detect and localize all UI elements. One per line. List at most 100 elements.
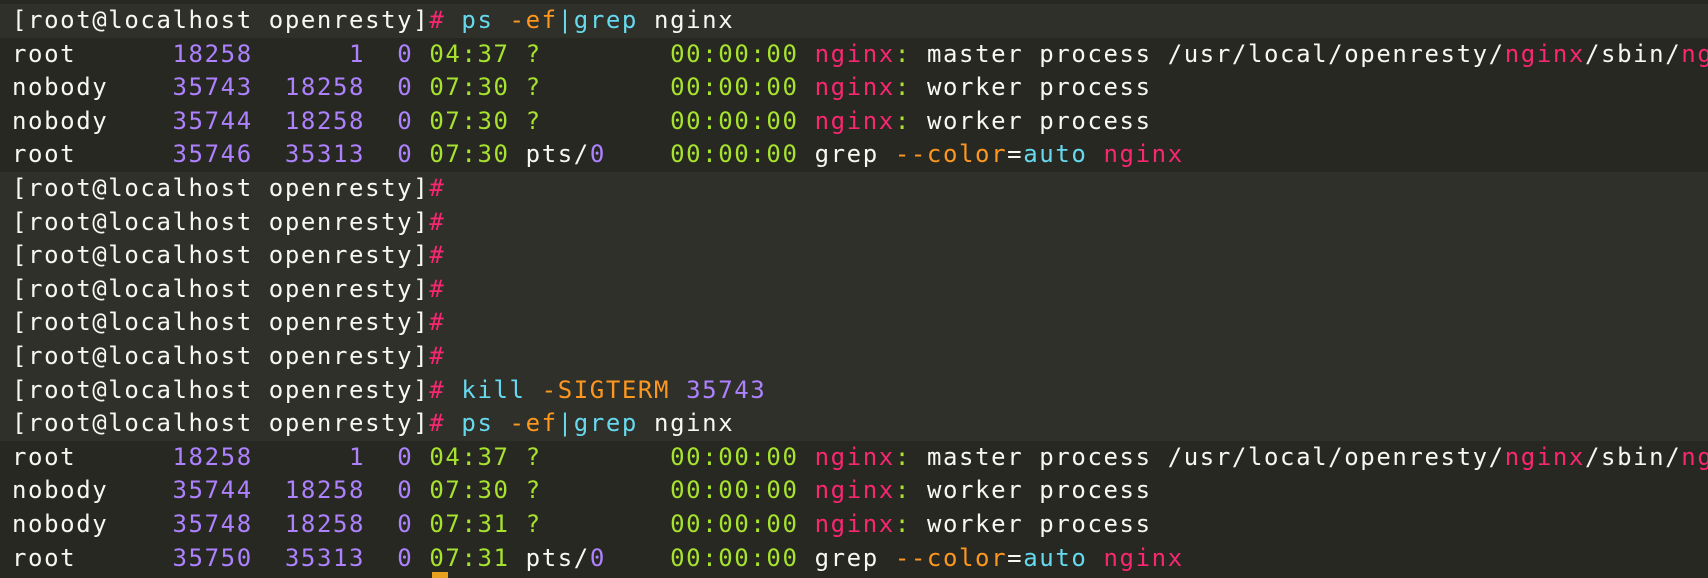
terminal-text-segment: worker process [910,476,1152,505]
terminal-text-segment: nginx [814,73,895,102]
terminal-text-segment: 00:00:00 [670,140,799,169]
terminal-text-segment: pts/ [509,543,590,572]
terminal-text-segment: 18258 [284,476,366,505]
terminal-text-segment: nginx [654,6,735,34]
terminal-line: nobody 35743 18258 0 07:30 ? 00:00:00 ng… [0,71,1708,105]
terminal-text-segment: | [557,409,574,438]
terminal-text-segment: nobody [12,73,173,102]
terminal-text-segment: 35746 [172,140,253,169]
terminal-text-segment: # [429,241,446,270]
terminal-text-segment: root [12,39,173,68]
terminal-line: [root@localhost openresty]# ps -ef|grep … [0,407,1708,441]
terminal-text-segment: 04:37 [429,442,510,471]
terminal-text-segment: ? [525,476,542,505]
terminal-text-segment: nginx [1681,442,1708,471]
terminal-text-segment: nginx [1103,140,1184,169]
terminal-text-segment: 00:00:00 [670,509,799,538]
terminal-line: [root@localhost openresty]# [0,306,1708,340]
terminal-text-segment: ? [525,509,542,538]
terminal-text-segment: : [894,476,911,505]
terminal-text-segment: 07:30 [429,106,510,135]
terminal-text-segment: # [429,274,446,303]
terminal-text-segment: 00:00:00 [670,543,799,572]
terminal-text-segment: = [1007,543,1024,572]
terminal-text-segment: [root@localhost openresty] [12,341,430,370]
terminal-line: [root@localhost openresty]# [0,171,1708,206]
terminal-text-segment: # [429,207,446,236]
terminal-text-segment: 35313 [284,543,366,572]
terminal-line: nobody 35744 18258 0 07:30 ? 00:00:00 ng… [0,474,1708,508]
terminal-text-segment: 0 [397,442,414,471]
terminal-text-segment: : [894,442,911,471]
terminal-text-segment: /sbin/ [1584,442,1682,471]
terminal-line: root 18258 1 0 04:37 ? 00:00:00 nginx: m… [0,441,1708,475]
terminal-window[interactable]: [root@localhost openresty]# ps -ef|grep … [0,0,1708,578]
terminal-text-segment: nginx [654,409,735,438]
terminal-text-segment: 18258 [172,39,253,68]
terminal-text-segment: pts/ [509,140,590,169]
terminal-text-segment: # [429,409,462,438]
terminal-text-segment: # [429,173,446,202]
terminal-text-segment: 35313 [284,140,366,169]
terminal-text-segment: 35744 [172,106,253,135]
terminal-text-segment: 18258 [284,73,366,102]
terminal-text-segment: 35748 [172,509,253,538]
terminal-text-segment: [root@localhost openresty] [12,375,430,404]
terminal-text-segment: [root@localhost openresty] [12,207,430,236]
terminal-text-segment: ps [461,6,510,34]
terminal-text-segment: nobody [12,106,173,135]
terminal-line: [root@localhost openresty]# [0,339,1708,374]
terminal-text-segment: ? [525,106,542,135]
terminal-text-segment: 07:30 [429,140,510,169]
terminal-text-segment: grep [573,409,655,438]
terminal-text-segment: [root@localhost openresty] [12,241,430,270]
terminal-text-segment: [root@localhost openresty] [12,409,430,438]
terminal-text-segment: 0 [397,509,414,538]
terminal-text-segment: -SIGTERM [541,375,671,404]
terminal-text-segment: 0 [397,543,414,572]
terminal-text-segment: : [894,509,911,538]
terminal-text-segment: nginx [1504,39,1585,68]
terminal-text-segment: master process /usr/local/openresty/ [910,442,1505,471]
terminal-text-segment: grep [798,543,895,572]
terminal-text-segment: 35743 [172,73,253,102]
terminal-text-segment: 07:30 [429,73,510,102]
terminal-text-segment: nginx [814,442,895,471]
terminal-text-segment: kill [461,375,542,404]
terminal-text-segment: /sbin/ [1584,39,1682,68]
terminal-text-segment: 0 [589,140,606,169]
terminal-text-segment: 35744 [172,476,253,505]
terminal-output[interactable]: [root@localhost openresty]# ps -ef|grep … [0,4,1708,575]
terminal-line: root 35746 35313 0 07:30 pts/0 00:00:00 … [0,138,1708,172]
